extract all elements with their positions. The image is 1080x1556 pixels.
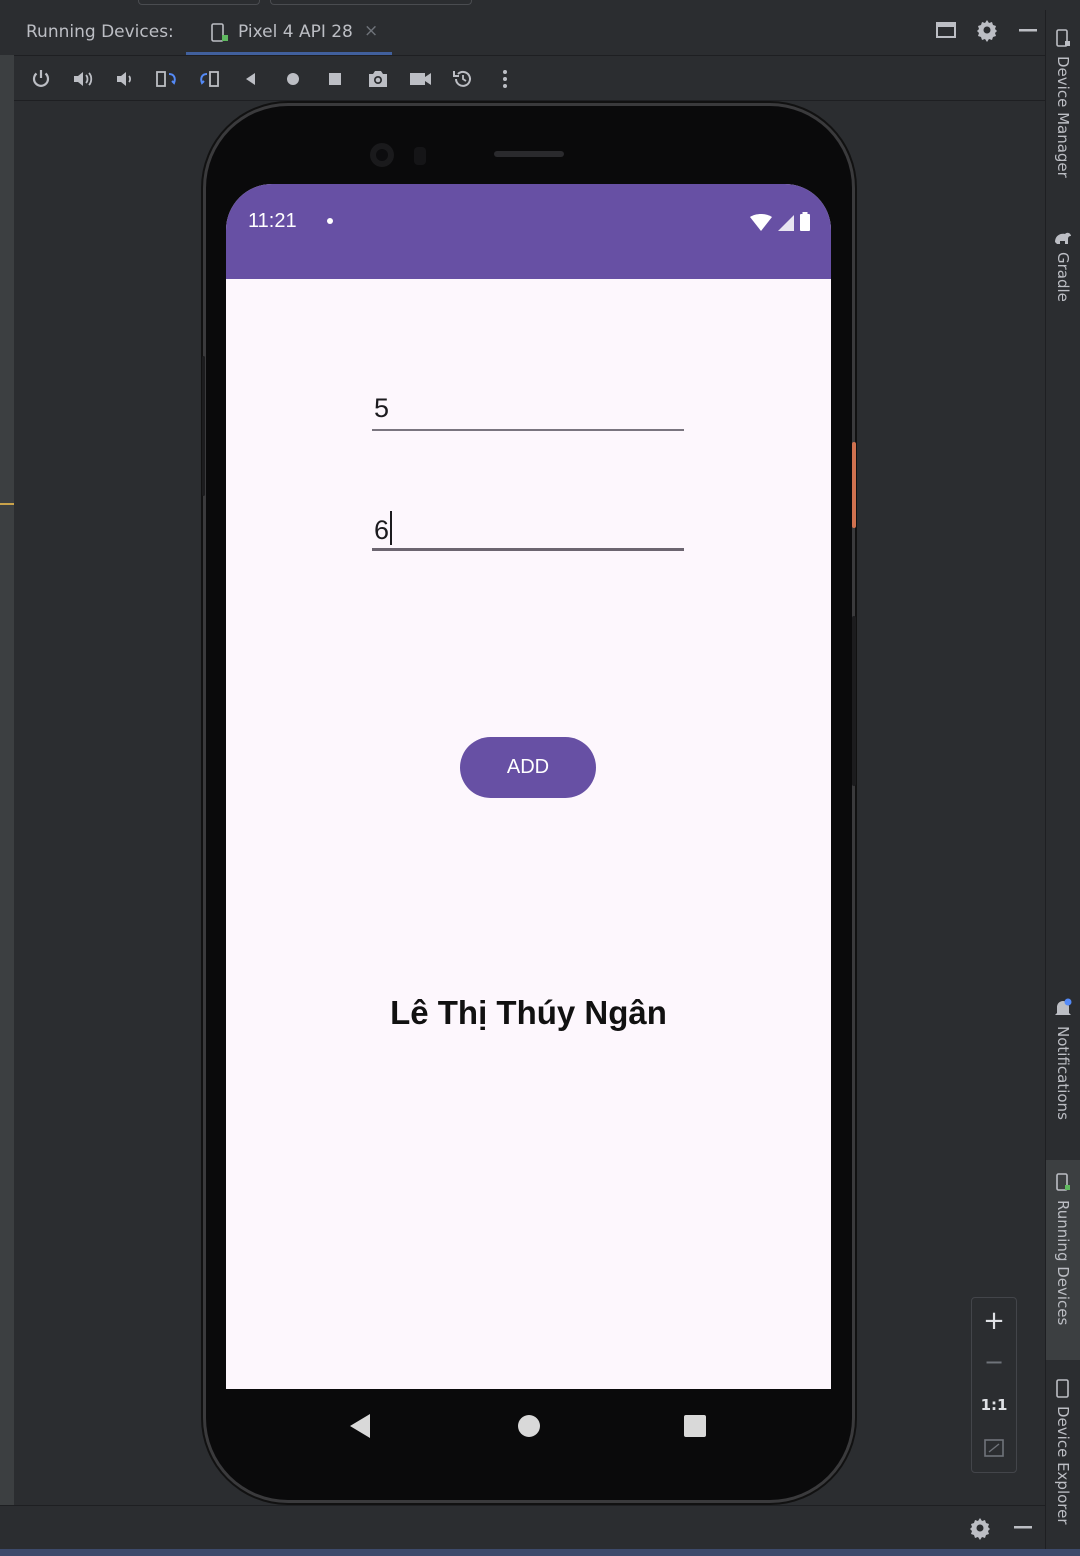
number-input-1[interactable]: 5 [372, 389, 684, 433]
more-icon[interactable] [492, 66, 518, 92]
status-bar: 11:21 [226, 184, 831, 279]
input-2-value: 6 [374, 515, 390, 545]
rotate-right-icon[interactable] [196, 66, 222, 92]
power-icon[interactable] [28, 66, 54, 92]
input-1-underline [372, 429, 684, 431]
gradle-tab[interactable]: Gradle [1046, 228, 1080, 318]
gear-icon[interactable] [975, 18, 999, 46]
notifications-label: Notifications [1054, 1026, 1072, 1120]
gradle-label: Gradle [1054, 252, 1072, 302]
volume-down-icon[interactable] [112, 66, 138, 92]
reset-icon[interactable] [450, 66, 476, 92]
left-gutter [0, 55, 14, 1505]
input-1-value: 5 [374, 393, 390, 423]
gutter-marker [0, 503, 14, 505]
zoom-fit-icon[interactable] [972, 1438, 1016, 1462]
device-manager-label: Device Manager [1054, 56, 1072, 178]
wifi-icon [749, 214, 773, 236]
screenshot-icon[interactable] [365, 66, 391, 92]
gradle-icon [1055, 232, 1071, 244]
device-explorer-tab[interactable]: Device Explorer [1046, 1378, 1080, 1543]
notifications-tab[interactable]: Notifications [1046, 998, 1080, 1133]
minimize-icon[interactable] [1012, 1516, 1034, 1542]
number-input-2[interactable]: 6 [372, 507, 684, 553]
previous-tab-edge [138, 0, 260, 5]
app-screen: 11:21 5 6 ADD Lê Thị Thúy Ngân [226, 184, 831, 1389]
input-2-underline [372, 548, 684, 551]
zoom-out-button[interactable]: − [972, 1348, 1016, 1376]
volume-button [852, 616, 856, 786]
signal-icon [777, 214, 795, 236]
bottom-tool-bar [0, 1505, 1045, 1550]
panel-title: Running Devices: [26, 22, 174, 42]
close-icon[interactable]: × [364, 21, 378, 41]
zoom-in-button[interactable]: + [972, 1306, 1016, 1336]
emulator-toolbar [14, 56, 1045, 101]
running-devices-tabbar: Running Devices: Pixel 4 API 28 × [14, 10, 1045, 56]
overview-icon[interactable] [322, 66, 348, 92]
running-devices-icon [1056, 1173, 1070, 1191]
status-icons [749, 212, 811, 236]
device-manager-tab[interactable]: Device Manager [1046, 28, 1080, 208]
power-button-highlight [852, 442, 856, 528]
side-button [202, 356, 205, 496]
nav-home-icon[interactable] [517, 1413, 541, 1443]
device-explorer-icon [1056, 1379, 1069, 1398]
device-tab-label: Pixel 4 API 28 [238, 22, 353, 42]
volume-up-icon[interactable] [70, 66, 96, 92]
home-icon[interactable] [280, 66, 306, 92]
previous-tab-edge [270, 0, 472, 5]
back-icon[interactable] [238, 66, 264, 92]
notification-dot [327, 218, 333, 224]
rotate-left-icon[interactable] [154, 66, 180, 92]
screen-record-icon[interactable] [408, 66, 434, 92]
nav-back-icon[interactable] [348, 1413, 372, 1443]
camera-speaker [370, 143, 564, 167]
right-tool-bar: Device Manager Gradle Notifications Runn… [1045, 10, 1080, 1550]
gear-icon[interactable] [968, 1516, 992, 1544]
author-name: Lê Thị Thúy Ngân [390, 994, 667, 1031]
add-button[interactable]: ADD [460, 737, 596, 798]
device-tab[interactable]: Pixel 4 API 28 × [186, 10, 392, 55]
zoom-actual-size-button[interactable]: 1:1 [972, 1396, 1016, 1414]
minimize-icon[interactable] [1017, 20, 1039, 44]
maximize-icon[interactable] [935, 20, 957, 44]
running-devices-tab[interactable]: Running Devices [1046, 1160, 1080, 1360]
device-manager-icon [1056, 29, 1070, 47]
nav-recents-icon[interactable] [683, 1413, 707, 1443]
status-time: 11:21 [248, 210, 297, 232]
battery-icon [799, 212, 811, 236]
tab-underline [186, 52, 392, 55]
device-icon [210, 23, 230, 47]
android-nav-bar [226, 1389, 831, 1465]
bell-icon [1055, 998, 1072, 1015]
text-cursor [390, 511, 393, 545]
device-explorer-label: Device Explorer [1054, 1406, 1072, 1525]
top-strip [0, 0, 1045, 10]
zoom-controls: + − 1:1 [971, 1297, 1017, 1473]
window-buttons [935, 18, 1039, 46]
status-strip [0, 1549, 1080, 1556]
running-devices-label: Running Devices [1054, 1200, 1072, 1326]
